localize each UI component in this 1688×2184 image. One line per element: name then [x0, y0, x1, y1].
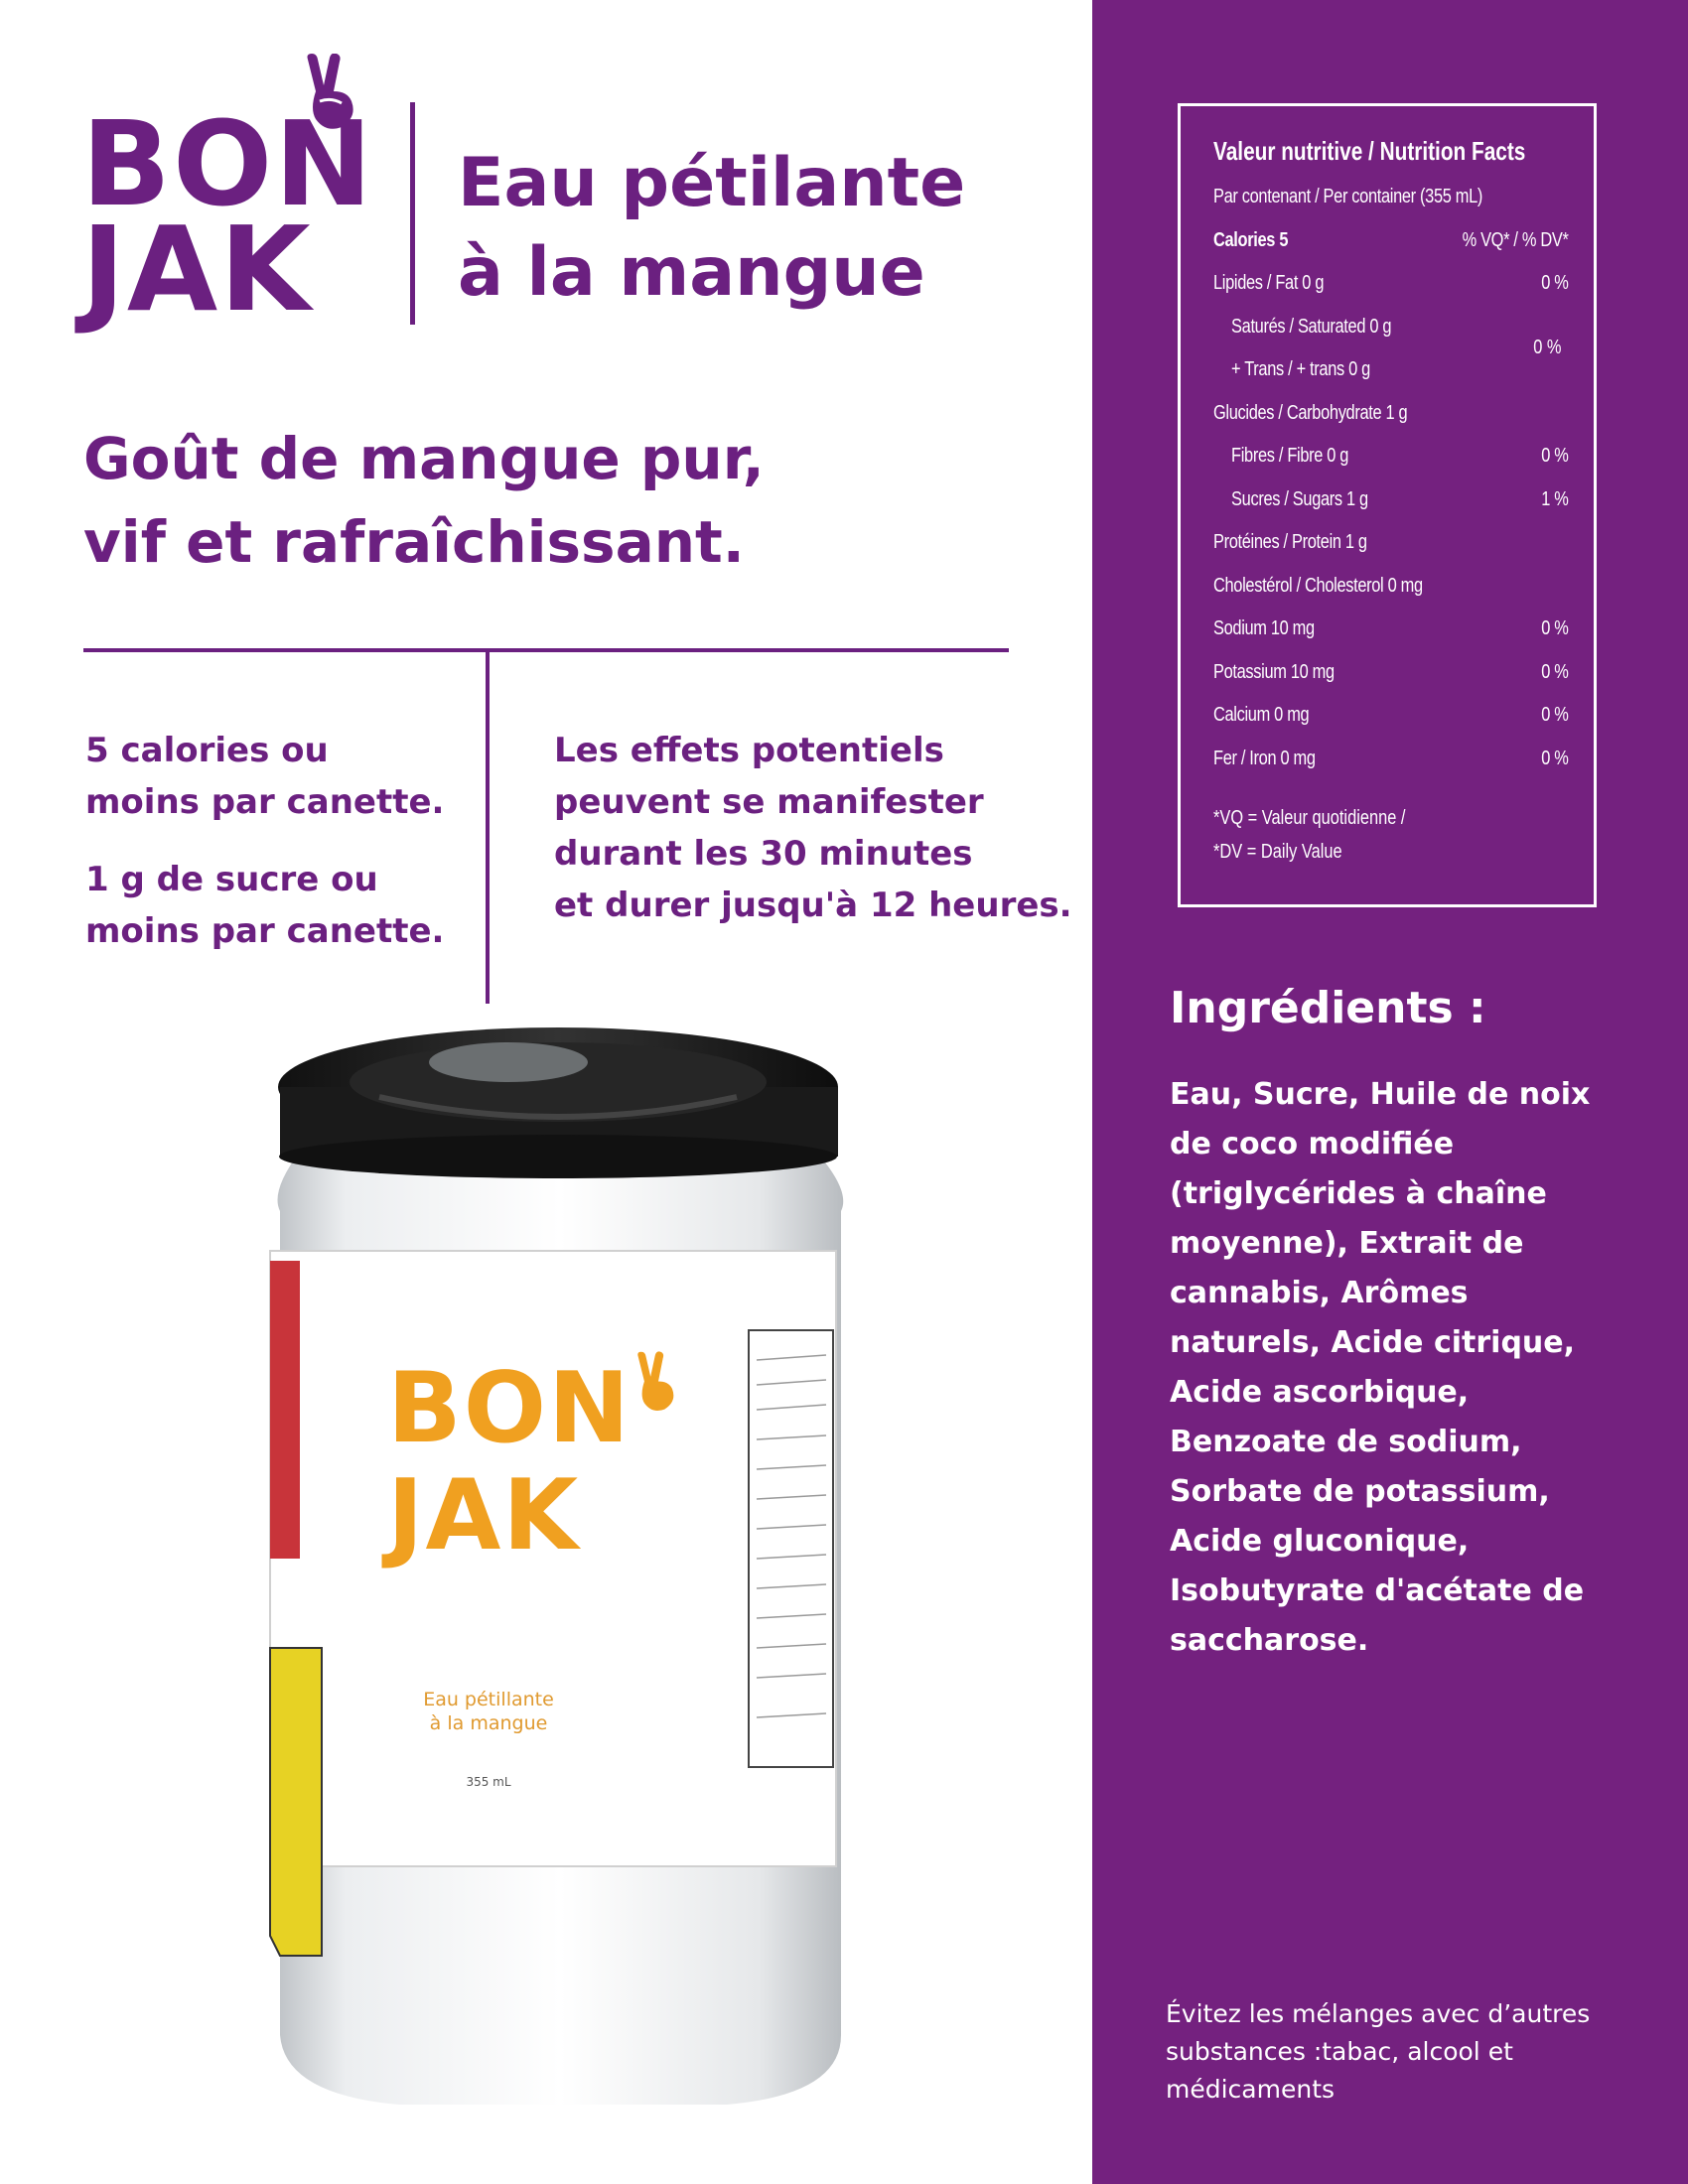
brand-logo: BON JAK — [81, 54, 372, 338]
tagline-line: vif et rafraîchissant. — [83, 508, 745, 576]
nutrition-per-container: Par contenant / Per container (355 mL) — [1213, 186, 1483, 207]
nutrition-row: Glucides / Carbohydrate 1 g — [1213, 402, 1408, 424]
ingredients-line: cannabis, Arômes — [1170, 1276, 1469, 1310]
can-logo: BON JAK — [387, 1360, 632, 1565]
nutrition-row: Protéines / Protein 1 g — [1213, 531, 1367, 553]
ingredients-line: Sorbate de potassium, — [1170, 1474, 1550, 1509]
ingredients-line: moyenne), Extrait de — [1170, 1226, 1524, 1261]
ingredients-list: Eau, Sucre, Huile de noix de coco modifi… — [1170, 1070, 1591, 1666]
warning-line: substances :tabac, alcool et — [1166, 2037, 1513, 2066]
ingredients-title: Ingrédients : — [1170, 983, 1486, 1033]
peace-hand-icon — [307, 54, 353, 129]
saturated-trans-dv: 0 % — [1532, 337, 1561, 358]
tagline: Goût de mangue pur, vif et rafraîchissan… — [83, 417, 977, 584]
nutrition-title: Valeur nutritive / Nutrition Facts — [1213, 136, 1526, 166]
can-logo-jak: JAK — [387, 1459, 581, 1572]
claim-line: moins par canette. — [85, 782, 445, 822]
nutrition-row: Lipides / Fat 0 g0 % — [1213, 272, 1569, 294]
logo-text-jak: JAK — [81, 201, 313, 338]
ingredients-line: Eau, Sucre, Huile de noix — [1170, 1077, 1591, 1112]
nutrition-calories-row: Calories 5 % VQ* / % DV* — [1213, 225, 1569, 255]
calories-label: Calories 5 — [1213, 229, 1289, 251]
nutrition-facts-table: Valeur nutritive / Nutrition Facts Par c… — [1178, 103, 1597, 907]
nutrition-row: Calcium 0 mg 0 % — [1213, 704, 1569, 726]
nutrition-row: Fibres / Fibre 0 g0 % — [1231, 445, 1569, 467]
warning-text: Évitez les mélanges avec d’autres substa… — [1166, 1995, 1603, 2109]
nutrition-footnote: *VQ = Valeur quotidienne / *DV = Daily V… — [1213, 807, 1406, 863]
dv-header: % VQ* / % DV* — [1462, 229, 1569, 251]
nutrition-row: Sucres / Sugars 1 g1 % — [1231, 488, 1569, 510]
ingredients-line: (triglycérides à chaîne — [1170, 1176, 1547, 1211]
tagline-line: Goût de mangue pur, — [83, 425, 765, 492]
claim-effects: Les effets potentiels peuvent se manifes… — [554, 725, 1072, 931]
claim-line: 5 calories ou — [85, 731, 329, 770]
product-can-image: BON JAK Eau pétillante à la mangue 355 m… — [260, 1003, 856, 2115]
nutrition-row: Sodium 10 mg 0 % — [1213, 617, 1569, 639]
claim-line: moins par canette. — [85, 911, 445, 951]
nutrition-row: Cholestérol / Cholesterol 0 mg — [1213, 575, 1423, 597]
claim-line: Les effets potentiels — [554, 731, 944, 770]
claim-line: et durer jusqu'à 12 heures. — [554, 886, 1072, 925]
claim-line: 1 g de sucre ou — [85, 860, 378, 899]
nutrition-row: + Trans / + trans 0 g — [1231, 358, 1370, 380]
warning-line: médicaments — [1166, 2075, 1336, 2104]
can-logo-bon: BON — [387, 1352, 633, 1465]
horizontal-divider — [83, 648, 1009, 652]
ingredients-line: Acide gluconique, — [1170, 1524, 1470, 1559]
vertical-divider — [486, 650, 490, 1004]
claim-sugar: 1 g de sucre ou moins par canette. — [85, 854, 444, 957]
nutrition-row: Fer / Iron 0 mg 0 % — [1213, 748, 1569, 769]
ingredients-line: Acide ascorbique, — [1170, 1375, 1470, 1410]
ingredients-line: Isobutyrate d'acétate de — [1170, 1573, 1585, 1608]
product-title: Eau pétilante à la mangue — [458, 139, 1014, 318]
can-volume: 355 mL — [466, 1775, 511, 1789]
claim-line: durant les 30 minutes — [554, 834, 973, 874]
nutrition-row: Potassium 10 mg 0 % — [1213, 661, 1569, 683]
ingredients-line: de coco modifiée — [1170, 1127, 1455, 1161]
ingredients-line: Benzoate de sodium, — [1170, 1425, 1522, 1459]
can-product-name: Eau pétillante à la mangue — [423, 1689, 554, 1734]
logo-divider — [410, 102, 415, 325]
ingredients-line: saccharose. — [1170, 1623, 1369, 1658]
ingredients-line: naturels, Acide citrique, — [1170, 1325, 1576, 1360]
nutrition-row: Saturés / Saturated 0 g — [1231, 316, 1392, 338]
warning-line: Évitez les mélanges avec d’autres — [1166, 1999, 1591, 2028]
claim-calories: 5 calories ou moins par canette. — [85, 725, 444, 828]
claim-line: peuvent se manifester — [554, 782, 984, 822]
can-peace-hand-icon — [637, 1351, 674, 1411]
product-title-line: à la mangue — [458, 233, 925, 312]
product-title-line: Eau pétilante — [458, 144, 966, 222]
